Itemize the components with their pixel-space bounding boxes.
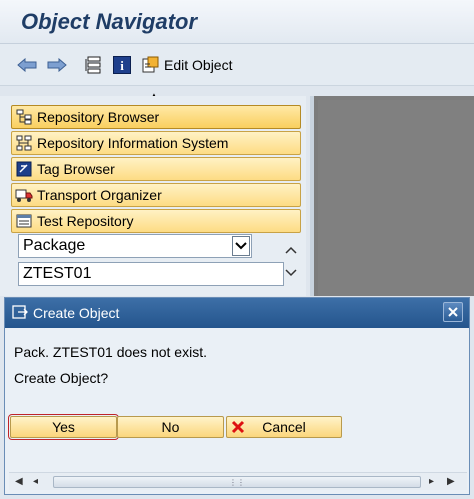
cancel-label: Cancel bbox=[262, 419, 306, 435]
nav-repository-browser[interactable]: Repository Browser bbox=[11, 105, 301, 129]
close-icon[interactable] bbox=[443, 302, 463, 322]
nav-label: Transport Organizer bbox=[37, 187, 162, 203]
no-label: No bbox=[161, 419, 180, 435]
nav-label: Tag Browser bbox=[37, 161, 115, 177]
window-title: Object Navigator bbox=[21, 9, 198, 34]
scroll-right-icon[interactable]: ▸ bbox=[429, 476, 434, 487]
cancel-button[interactable]: Cancel bbox=[226, 416, 342, 438]
test-repository-icon bbox=[14, 212, 34, 230]
dialog-question: Create Object? bbox=[14, 370, 109, 386]
edit-object-button[interactable]: Edit Object bbox=[164, 57, 232, 73]
toolbar: i Edit Object bbox=[0, 44, 474, 86]
tag-browser-icon bbox=[14, 160, 34, 178]
nav-tag-browser[interactable]: Tag Browser bbox=[11, 157, 301, 181]
create-object-dialog: Create Object Pack. ZTEST01 does not exi… bbox=[4, 297, 470, 495]
scroll-up-icon[interactable] bbox=[285, 243, 297, 257]
edit-object-icon[interactable] bbox=[141, 54, 161, 76]
dialog-title: Create Object bbox=[33, 305, 120, 321]
object-type-select[interactable]: Package bbox=[18, 234, 252, 258]
truck-icon bbox=[14, 186, 34, 204]
title-bar: Object Navigator bbox=[0, 0, 474, 44]
nav-test-repository[interactable]: Test Repository bbox=[11, 209, 301, 233]
horizontal-scrollbar[interactable]: ◀ ◂ ⋮⋮ ▸ ▶ bbox=[9, 472, 467, 490]
grip-icon: ⋮⋮ bbox=[229, 477, 245, 487]
scrollbar-thumb[interactable]: ⋮⋮ bbox=[53, 476, 421, 488]
information-system-icon bbox=[14, 134, 34, 152]
editor-area bbox=[310, 96, 474, 296]
nav-label: Test Repository bbox=[37, 213, 134, 229]
nav-repository-information-system[interactable]: Repository Information System bbox=[11, 131, 301, 155]
scroll-right-end-icon[interactable]: ▶ bbox=[447, 476, 455, 487]
yes-label: Yes bbox=[52, 419, 75, 435]
hierarchy-icon[interactable] bbox=[84, 54, 104, 76]
nav-label: Repository Information System bbox=[37, 135, 229, 151]
chevron-down-icon[interactable] bbox=[232, 236, 250, 256]
dialog-message: Pack. ZTEST01 does not exist. bbox=[14, 344, 207, 360]
info-icon[interactable]: i bbox=[112, 54, 132, 76]
forward-arrow-icon[interactable] bbox=[46, 54, 68, 76]
object-type-value: Package bbox=[23, 237, 86, 254]
repository-browser-icon bbox=[14, 108, 34, 126]
yes-button[interactable]: Yes bbox=[8, 414, 119, 440]
nav-transport-organizer[interactable]: Transport Organizer bbox=[11, 183, 301, 207]
back-arrow-icon[interactable] bbox=[16, 54, 38, 76]
object-name-input[interactable]: ZTEST01 bbox=[18, 262, 284, 286]
dialog-title-bar: Create Object bbox=[5, 298, 469, 328]
scroll-left-icon[interactable]: ◂ bbox=[33, 476, 38, 487]
object-name-value: ZTEST01 bbox=[23, 265, 92, 282]
dialog-window-icon bbox=[12, 305, 28, 322]
editor-background bbox=[318, 100, 474, 296]
nav-label: Repository Browser bbox=[37, 109, 160, 125]
scroll-left-end-icon[interactable]: ◀ bbox=[15, 476, 23, 487]
cancel-x-icon bbox=[231, 420, 245, 437]
no-button[interactable]: No bbox=[117, 416, 224, 438]
svg-text:i: i bbox=[120, 58, 124, 73]
scroll-down-icon[interactable] bbox=[285, 266, 297, 280]
